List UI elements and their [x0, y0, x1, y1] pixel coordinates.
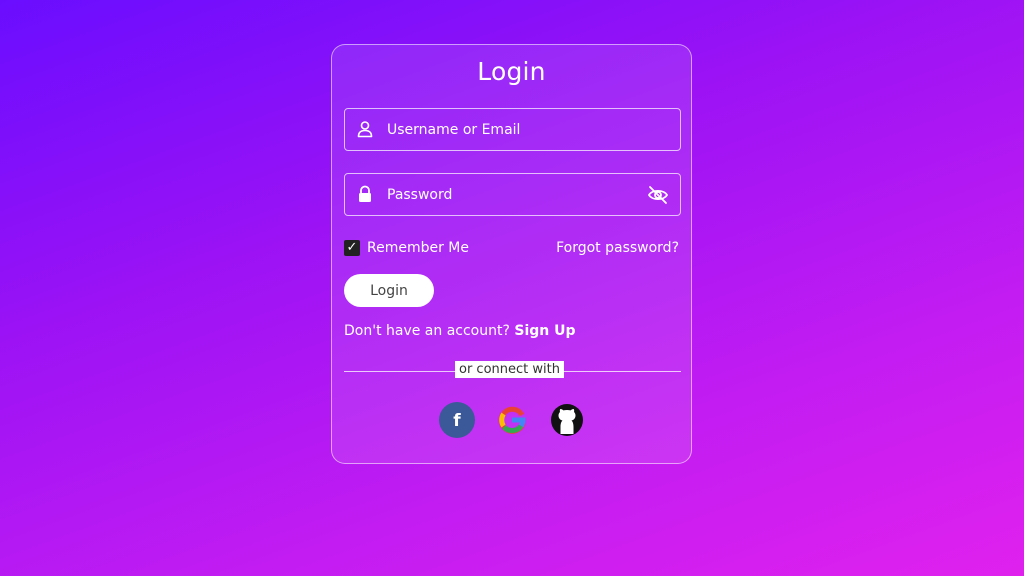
github-button[interactable] [549, 402, 585, 438]
user-icon [357, 121, 373, 138]
divider-text: or connect with [455, 361, 564, 378]
remember-me-label: Remember Me [367, 240, 469, 256]
lock-icon [359, 185, 371, 202]
username-field[interactable] [344, 108, 681, 151]
remember-me-checkbox[interactable]: ✓ Remember Me [344, 240, 469, 256]
password-input[interactable] [387, 174, 637, 215]
username-input[interactable] [387, 109, 637, 150]
google-button[interactable] [494, 402, 530, 438]
page-title: Login [477, 57, 546, 86]
eye-off-icon[interactable] [647, 185, 669, 205]
facebook-button[interactable]: f [439, 402, 475, 438]
social-buttons: f [439, 402, 585, 438]
signup-prompt-text: Don't have an account? [344, 323, 510, 339]
signup-prompt: Don't have an account? Sign Up [344, 323, 576, 339]
forgot-password-link[interactable]: Forgot password? [556, 240, 679, 256]
login-button[interactable]: Login [344, 274, 434, 307]
login-card: Login ✓ Remember Me Forgot password? Log… [331, 44, 692, 464]
facebook-glyph: f [453, 411, 461, 431]
google-icon [498, 406, 526, 434]
sign-up-link[interactable]: Sign Up [514, 323, 575, 339]
github-icon [551, 404, 583, 436]
password-field[interactable] [344, 173, 681, 216]
checkbox-box[interactable]: ✓ [344, 240, 360, 256]
facebook-icon: f [453, 411, 461, 431]
